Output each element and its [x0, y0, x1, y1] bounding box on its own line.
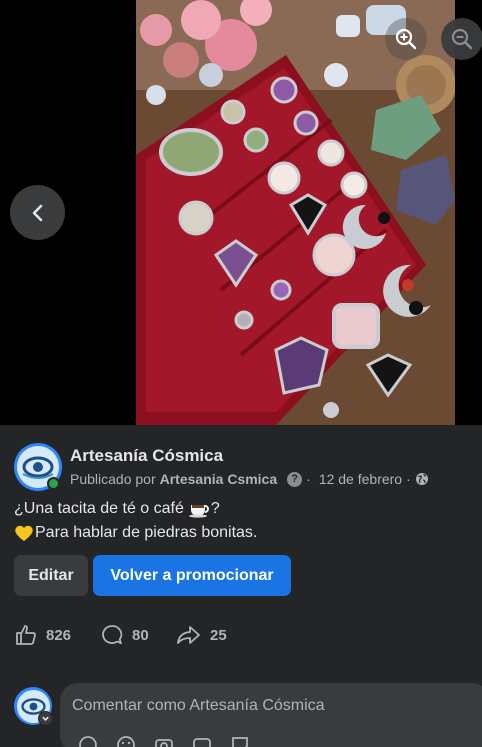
comment-tools [78, 735, 250, 747]
page-name[interactable]: Artesanía Cósmica [70, 446, 223, 466]
caption-line-1-end: ? [210, 500, 220, 517]
post-meta: Publicado por Artesania Csmica ? · 12 de… [70, 471, 429, 487]
like-icon [16, 625, 36, 645]
camera-icon[interactable] [154, 735, 174, 747]
caption-line-1: ¿Una tacita de té o café [14, 500, 184, 517]
zoom-in-button[interactable] [385, 18, 427, 60]
caption-line-2: Para hablar de piedras bonitas. [35, 524, 258, 541]
comment-input[interactable] [72, 693, 472, 719]
sticker-icon[interactable] [230, 735, 250, 747]
meta-separator: · [306, 471, 311, 487]
globe-icon [415, 473, 428, 485]
gif-icon[interactable] [192, 735, 212, 747]
coffee-cup-icon [188, 500, 211, 518]
emoji-icon[interactable] [116, 735, 136, 747]
meta-separator-2: · [406, 471, 411, 487]
share-count: 25 [210, 626, 227, 644]
comment-box[interactable] [60, 683, 482, 747]
comment-count: 80 [132, 626, 149, 644]
like-action[interactable]: 826 [14, 623, 71, 647]
online-status-dot [47, 477, 60, 490]
boost-again-button[interactable]: Volver a promocionar [93, 555, 291, 596]
zoom-out-button[interactable] [441, 18, 482, 60]
edit-button[interactable]: Editar [14, 555, 88, 596]
help-icon[interactable]: ? [287, 471, 303, 487]
zoom-in-icon [395, 28, 417, 50]
previous-photo-button[interactable] [10, 185, 65, 240]
post-card: Artesanía Cósmica Publicado por Artesani… [0, 425, 482, 747]
share-action[interactable]: 25 [176, 623, 227, 647]
share-icon [177, 626, 200, 644]
post-caption: ¿Una tacita de té o café ? Para hablar d… [14, 497, 257, 545]
post-date[interactable]: 12 de febrero [319, 471, 402, 487]
comment-action[interactable]: 80 [100, 623, 149, 647]
switch-profile-button[interactable] [38, 711, 53, 726]
chevron-down-icon [42, 716, 49, 721]
engagement-bar: 826 80 25 [0, 623, 482, 647]
post-photo[interactable] [136, 0, 455, 425]
chevron-left-icon [32, 204, 42, 221]
comment-icon [102, 625, 123, 645]
photo-viewer [0, 0, 482, 425]
yellow-heart-icon [14, 524, 34, 542]
published-by-name[interactable]: Artesania Csmica [160, 471, 278, 487]
like-count: 826 [46, 626, 72, 644]
avatar-sticker-icon[interactable] [78, 735, 98, 747]
zoom-out-icon [451, 28, 473, 50]
published-by-prefix: Publicado por [70, 471, 156, 487]
